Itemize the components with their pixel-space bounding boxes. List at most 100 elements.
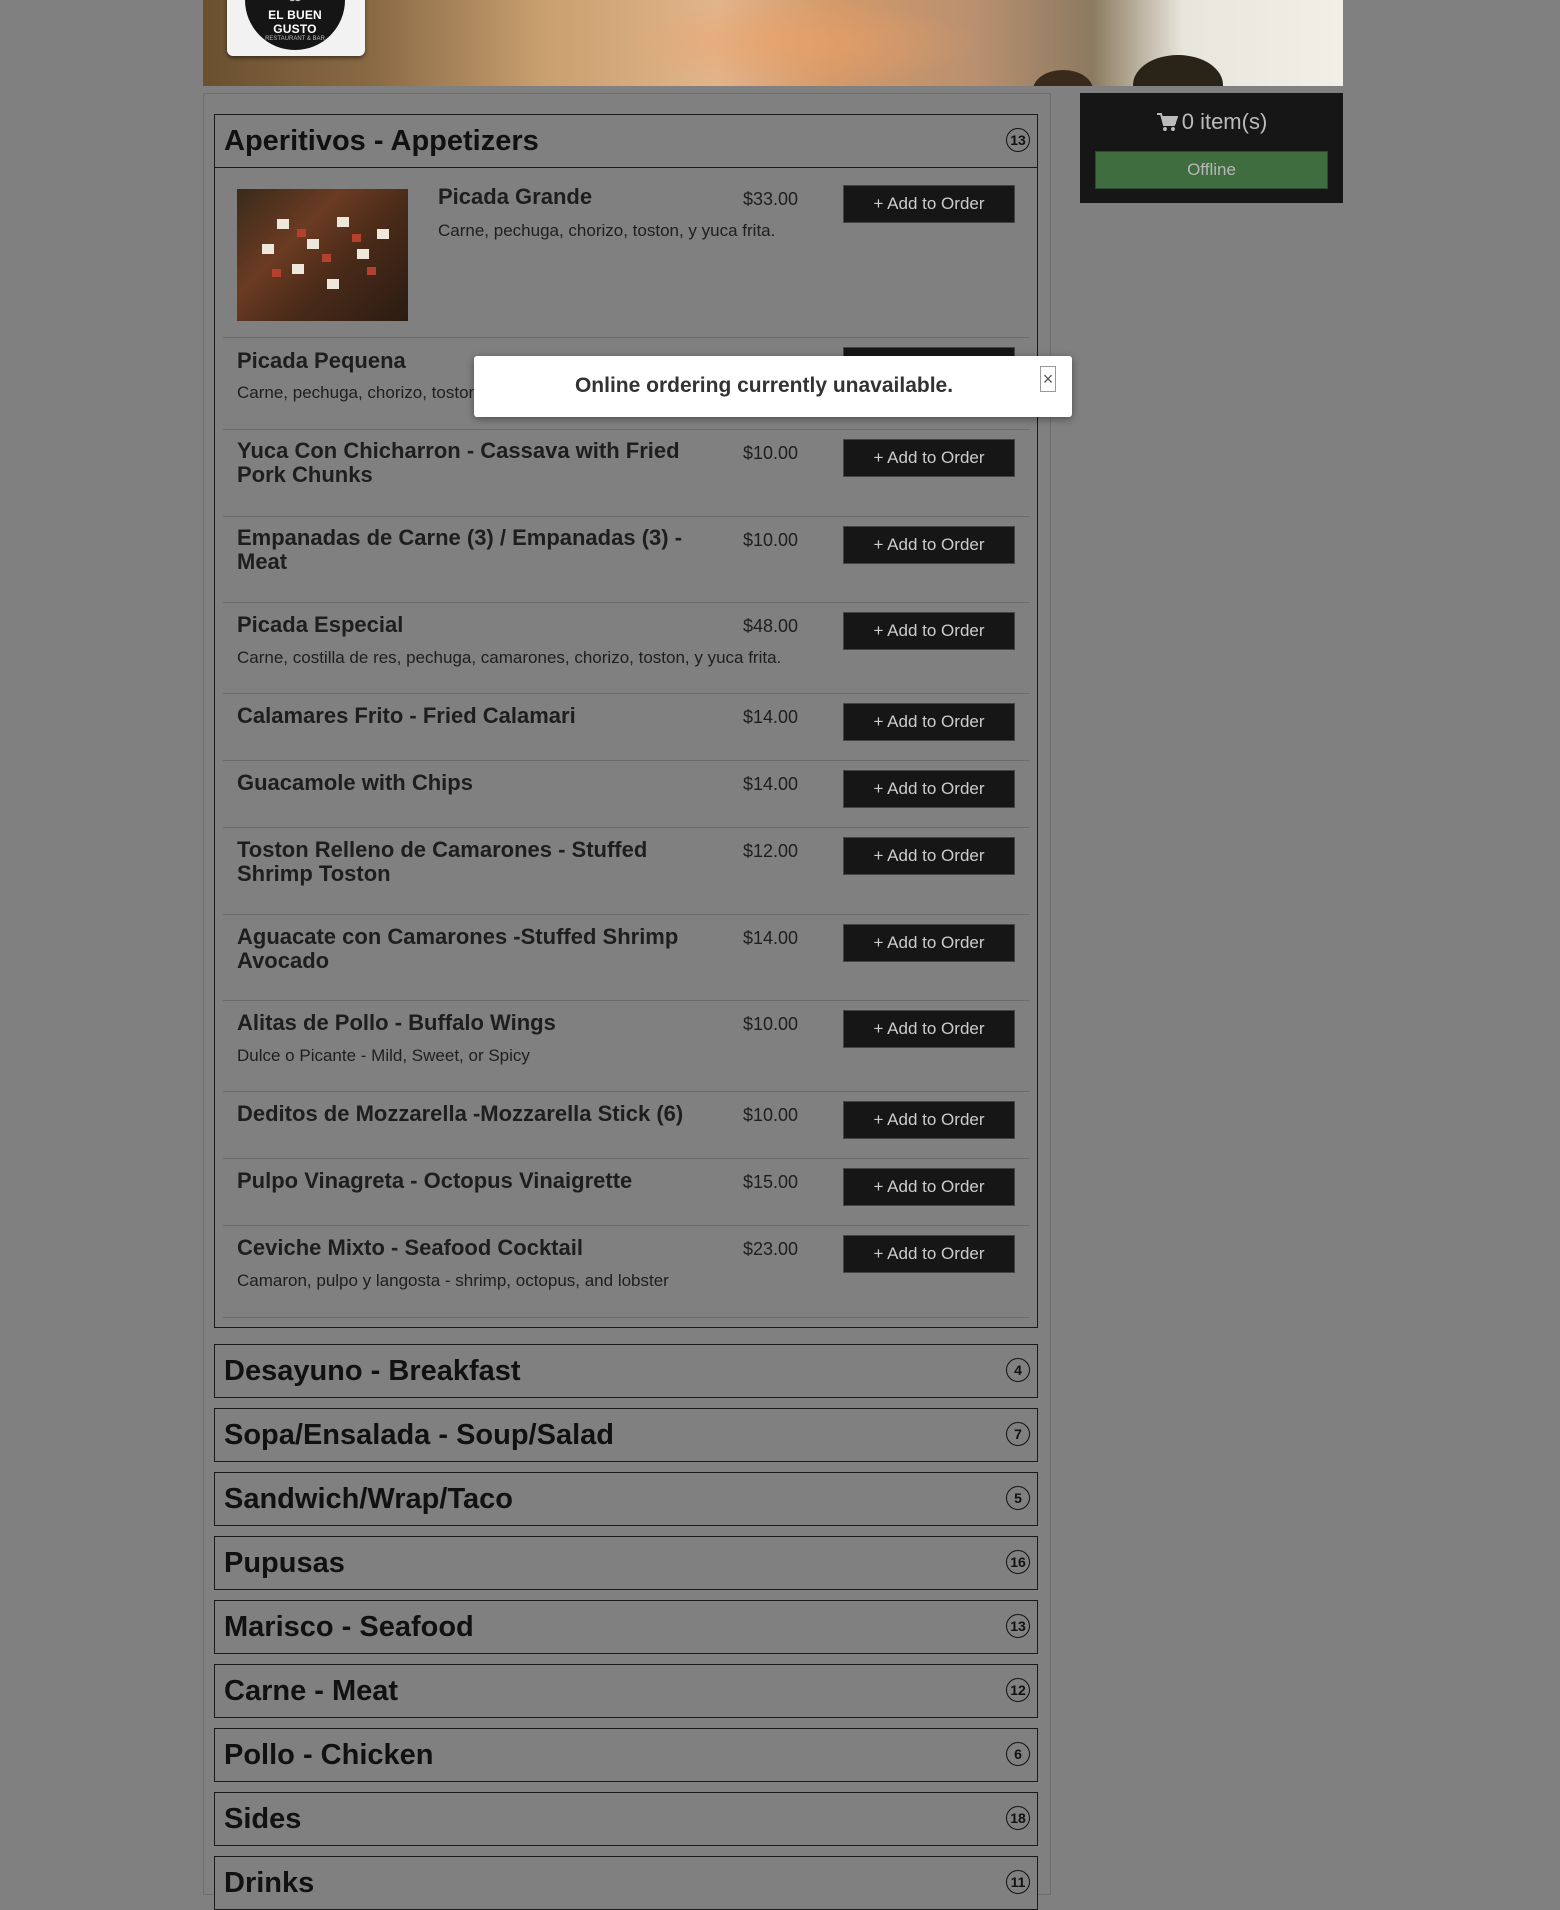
item-price: $15.00 [743, 1172, 799, 1192]
category-title: Aperitivos - Appetizers [224, 125, 539, 157]
item-description: Dulce o Picante - Mild, Sweet, or Spicy [237, 1046, 530, 1065]
menu-item: Pulpo Vinagreta - Octopus Vinaigrette $1… [223, 1158, 1029, 1226]
category-seafood[interactable]: Marisco - Seafood 13 [214, 1600, 1038, 1654]
restaurant-logo[interactable]: ꝏ EL BUEN GUSTO RESTAURANT & BAR [227, 0, 365, 56]
category-meat[interactable]: Carne - Meat 12 [214, 1664, 1038, 1718]
category-title: Drinks [224, 1867, 315, 1899]
category-drinks[interactable]: Drinks 11 [214, 1856, 1038, 1910]
item-price: $10.00 [743, 1105, 799, 1125]
category-header[interactable]: Desayuno - Breakfast 4 [215, 1345, 1037, 1397]
add-to-order-button[interactable]: + Add to Order [843, 837, 1015, 875]
menu-item: Picada Grande Carne, pechuga, chorizo, t… [223, 167, 1029, 338]
item-price: $14.00 [743, 707, 799, 727]
category-header[interactable]: Drinks 11 [215, 1857, 1037, 1909]
item-name: Pulpo Vinagreta - Octopus Vinaigrette [237, 1168, 633, 1193]
banner-food-shadow [1133, 55, 1223, 86]
menu-item: Calamares Frito - Fried Calamari $14.00 … [223, 693, 1029, 761]
category-header[interactable]: Aperitivos - Appetizers 13 [215, 115, 1037, 168]
add-to-order-button[interactable]: + Add to Order [843, 526, 1015, 564]
category-title: Pupusas [224, 1547, 345, 1579]
category-breakfast[interactable]: Desayuno - Breakfast 4 [214, 1344, 1038, 1398]
category-title: Carne - Meat [224, 1675, 399, 1707]
offline-status-button[interactable]: Offline [1095, 151, 1328, 189]
unavailable-notice-modal: Online ordering currently unavailable. × [474, 356, 1072, 417]
menu-item: Deditos de Mozzarella -Mozzarella Stick … [223, 1091, 1029, 1159]
category-header[interactable]: Carne - Meat 12 [215, 1665, 1037, 1717]
item-name: Deditos de Mozzarella -Mozzarella Stick … [237, 1101, 684, 1126]
item-price: $14.00 [743, 774, 799, 794]
item-name: Toston Relleno de Camarones - Stuffed Sh… [237, 837, 648, 886]
category-count-badge: 13 [1006, 128, 1030, 152]
category-count-badge: 5 [1006, 1486, 1030, 1510]
modal-message: Online ordering currently unavailable. [574, 374, 954, 397]
add-to-order-button[interactable]: + Add to Order [843, 1101, 1015, 1139]
menu-item: Picada Especial Carne, costilla de res, … [223, 602, 1029, 694]
menu-item: Empanadas de Carne (3) / Empanadas (3) -… [223, 516, 1029, 603]
item-price: $33.00 [743, 189, 799, 209]
item-price: $10.00 [743, 530, 799, 550]
item-price: $10.00 [743, 1014, 799, 1034]
header-banner: ꝏ EL BUEN GUSTO RESTAURANT & BAR [203, 0, 1343, 86]
add-to-order-button[interactable]: + Add to Order [843, 924, 1015, 962]
menu-item: Ceviche Mixto - Seafood Cocktail Camaron… [223, 1225, 1029, 1318]
add-to-order-button[interactable]: + Add to Order [843, 703, 1015, 741]
menu-item: Yuca Con Chicharron - Cassava with Fried… [223, 429, 1029, 517]
item-name: Calamares Frito - Fried Calamari [237, 703, 576, 728]
logo-monogram: ꝏ [245, 0, 345, 3]
add-to-order-button[interactable]: + Add to Order [843, 612, 1015, 650]
category-sides[interactable]: Sides 18 [214, 1792, 1038, 1846]
category-title: Sides [224, 1803, 302, 1835]
cart-count: 0 item(s) [1181, 109, 1268, 134]
category-title: Pollo - Chicken [224, 1739, 434, 1771]
item-name: Picada Especial [237, 612, 404, 637]
item-name: Alitas de Pollo - Buffalo Wings [237, 1010, 556, 1035]
item-name: Empanadas de Carne (3) / Empanadas (3) -… [237, 525, 683, 574]
add-to-order-button[interactable]: + Add to Order [843, 1235, 1015, 1273]
cart-panel: 0 item(s) Offline [1080, 93, 1343, 203]
add-to-order-button[interactable]: + Add to Order [843, 1010, 1015, 1048]
logo-name: EL BUEN GUSTO [268, 8, 322, 36]
item-description: Camaron, pulpo y langosta - shrimp, octo… [237, 1271, 669, 1290]
item-name: Aguacate con Camarones -Stuffed Shrimp A… [237, 924, 679, 973]
category-header[interactable]: Sandwich/Wrap/Taco 5 [215, 1473, 1037, 1525]
category-count-badge: 16 [1006, 1550, 1030, 1574]
category-count-badge: 12 [1006, 1678, 1030, 1702]
item-name: Picada Grande [438, 184, 593, 209]
category-soup-salad[interactable]: Sopa/Ensalada - Soup/Salad 7 [214, 1408, 1038, 1462]
logo-subtitle: RESTAURANT & BAR [265, 36, 325, 42]
cart-icon [1156, 113, 1179, 131]
category-appetizers: Aperitivos - Appetizers 13 Picada Grande… [214, 114, 1038, 1328]
item-price: $12.00 [743, 841, 799, 861]
banner-food-highlight [623, 0, 983, 86]
item-name: Yuca Con Chicharron - Cassava with Fried… [237, 438, 680, 487]
category-count-badge: 11 [1006, 1870, 1030, 1894]
item-price: $23.00 [743, 1239, 799, 1259]
add-to-order-button[interactable]: + Add to Order [843, 185, 1015, 223]
category-pupusas[interactable]: Pupusas 16 [214, 1536, 1038, 1590]
item-price: $14.00 [743, 928, 799, 948]
category-count-badge: 7 [1006, 1422, 1030, 1446]
add-to-order-button[interactable]: + Add to Order [843, 1168, 1015, 1206]
cart-summary[interactable]: 0 item(s) [1080, 109, 1343, 135]
category-title: Marisco - Seafood [224, 1611, 474, 1643]
category-sandwich[interactable]: Sandwich/Wrap/Taco 5 [214, 1472, 1038, 1526]
item-photo[interactable] [237, 189, 408, 321]
category-header[interactable]: Pupusas 16 [215, 1537, 1037, 1589]
category-count-badge: 4 [1006, 1358, 1030, 1382]
category-header[interactable]: Sopa/Ensalada - Soup/Salad 7 [215, 1409, 1037, 1461]
menu-item: Guacamole with Chips $14.00 + Add to Ord… [223, 760, 1029, 828]
category-header[interactable]: Pollo - Chicken 6 [215, 1729, 1037, 1781]
item-price: $48.00 [743, 616, 799, 636]
close-icon[interactable]: × [1040, 366, 1056, 392]
category-header[interactable]: Marisco - Seafood 13 [215, 1601, 1037, 1653]
item-name: Ceviche Mixto - Seafood Cocktail [237, 1235, 583, 1260]
add-to-order-button[interactable]: + Add to Order [843, 439, 1015, 477]
banner-food-shadow [1033, 70, 1093, 86]
item-description: Carne, pechuga, chorizo, toston [237, 383, 478, 402]
category-chicken[interactable]: Pollo - Chicken 6 [214, 1728, 1038, 1782]
menu-item: Aguacate con Camarones -Stuffed Shrimp A… [223, 914, 1029, 1001]
category-header[interactable]: Sides 18 [215, 1793, 1037, 1845]
item-description: Carne, pechuga, chorizo, toston, y yuca … [438, 221, 776, 240]
category-count-badge: 6 [1006, 1742, 1030, 1766]
add-to-order-button[interactable]: + Add to Order [843, 770, 1015, 808]
